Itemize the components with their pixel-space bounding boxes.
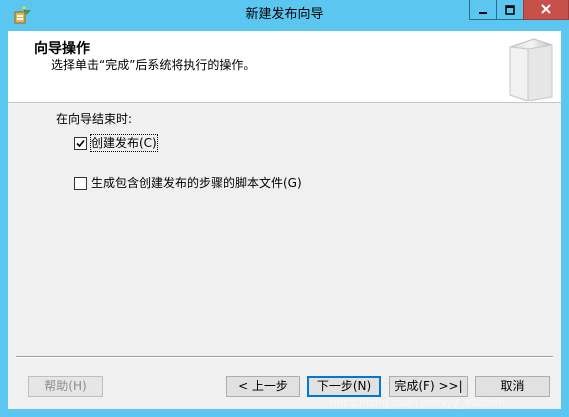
generate-script-checkbox[interactable] bbox=[74, 176, 87, 190]
help-button[interactable]: 帮助(H) bbox=[28, 376, 103, 397]
wizard-window: 新建发布向导 向导操作 选择单击“完成”后系统将执行的操作。 在向导结束时: 创… bbox=[0, 0, 569, 417]
checkmark-icon bbox=[76, 139, 85, 147]
header-title: 向导操作 bbox=[34, 41, 90, 57]
back-button[interactable]: < 上一步 bbox=[226, 376, 300, 397]
close-icon bbox=[540, 0, 552, 19]
close-button[interactable] bbox=[523, 0, 569, 20]
title-bar[interactable]: 新建发布向导 bbox=[0, 0, 569, 31]
finish-button[interactable]: 完成(F) >>| bbox=[389, 376, 468, 397]
minimize-button[interactable] bbox=[469, 0, 496, 20]
cancel-button[interactable]: 取消 bbox=[475, 376, 550, 397]
finish-actions-label: 在向导结束时: bbox=[56, 112, 133, 126]
wizard-client-area: 向导操作 选择单击“完成”后系统将执行的操作。 在向导结束时: 创建发布(C) … bbox=[8, 31, 561, 409]
watermark-text: https://blog.csdn.net/xyy_student bbox=[330, 395, 505, 409]
next-button[interactable]: 下一步(N) bbox=[307, 376, 381, 397]
create-publication-label[interactable]: 创建发布(C) bbox=[90, 134, 158, 152]
create-publication-option[interactable]: 创建发布(C) bbox=[74, 134, 158, 152]
generate-script-option[interactable]: 生成包含创建发布的步骤的脚本文件(G) bbox=[74, 175, 302, 191]
footer-separator bbox=[16, 356, 553, 358]
maximize-button[interactable] bbox=[496, 0, 523, 20]
generate-script-label[interactable]: 生成包含创建发布的步骤的脚本文件(G) bbox=[91, 175, 302, 191]
header-subtitle: 选择单击“完成”后系统将执行的操作。 bbox=[51, 58, 256, 72]
wizard-book-icon bbox=[504, 35, 556, 102]
create-publication-checkbox[interactable] bbox=[74, 136, 87, 150]
maximize-icon bbox=[505, 0, 515, 19]
wizard-header: 向导操作 选择单击“完成”后系统将执行的操作。 bbox=[8, 31, 561, 103]
minimize-icon bbox=[478, 0, 488, 19]
